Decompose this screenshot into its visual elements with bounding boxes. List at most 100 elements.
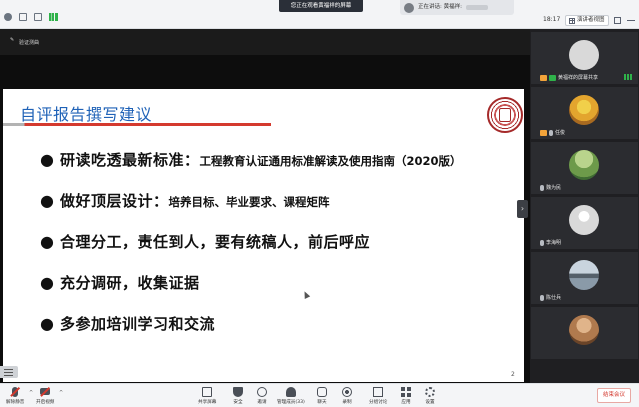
participants-button[interactable]: 管理成员(33)	[277, 387, 305, 405]
speaker-name-blur	[465, 5, 488, 10]
settings-button[interactable]: 设置	[425, 387, 435, 405]
sharing-badge-icon	[549, 74, 556, 81]
start-video-button[interactable]: 开启视频	[36, 386, 55, 405]
mic-icon	[540, 239, 544, 246]
apps-label: 应用	[401, 400, 411, 405]
breakout-rooms-button[interactable]: 分组讨论	[369, 387, 387, 405]
mic-off-icon	[10, 386, 20, 397]
participant-name-text: 黄福祥的屏幕共享	[558, 75, 599, 81]
shield-icon	[233, 387, 243, 397]
participant-tile[interactable]	[531, 307, 638, 359]
start-video-label: 开启视频	[36, 400, 55, 405]
speaker-view-label: 演讲者视图	[577, 17, 605, 23]
mic-icon	[549, 129, 553, 136]
minimize-icon[interactable]	[627, 20, 635, 21]
signal-icon	[624, 74, 632, 80]
shared-screen[interactable]: ✎ 验证测曲 自评报告撰写建议 ● 研读吃透最新标准： 工程教育认证通用标准解读…	[0, 29, 530, 383]
title-underline	[3, 123, 271, 126]
mic-icon	[540, 294, 544, 301]
participant-name-text: 陈仕兵	[546, 295, 562, 301]
signal-icon[interactable]	[49, 13, 58, 21]
participant-tile[interactable]: 李海明	[531, 197, 638, 249]
chevron-up-icon[interactable]: ^	[29, 390, 33, 396]
slide-bullet: ● 合理分工，责任到人，要有统稿人，前后呼应	[40, 231, 370, 252]
slide-bullet: ● 做好顶层设计： 培养目标、毕业要求、课程矩阵	[40, 190, 329, 211]
participant-tile[interactable]: 陈仕兵	[531, 252, 638, 304]
host-badge-icon	[540, 74, 547, 81]
unmute-label: 解除静音	[6, 400, 25, 405]
security-label: 安全	[233, 400, 243, 405]
avatar	[569, 95, 599, 125]
top-left-icons	[4, 13, 58, 21]
bullet-dot: ●	[40, 273, 54, 292]
apps-icon	[401, 387, 411, 397]
bullet-dot: ●	[40, 191, 54, 210]
apps-button[interactable]: 应用	[401, 387, 411, 405]
university-seal-icon	[487, 97, 523, 133]
participant-tile[interactable]: 魏为民	[531, 142, 638, 194]
record-button[interactable]: 录制	[342, 387, 352, 405]
avatar	[569, 315, 599, 345]
slide-bullet: ● 充分调研，收集证据	[40, 272, 199, 293]
participant-name: 黄福祥的屏幕共享	[540, 74, 598, 81]
bullet-heading: 充分调研，收集证据	[59, 274, 200, 292]
bullet-heading: 多参加培训学习和交流	[59, 315, 215, 333]
shared-window-title: 验证测曲	[19, 40, 40, 46]
bullet-detail: 培养目标、毕业要求、课程矩阵	[168, 195, 330, 209]
grid-icon[interactable]	[34, 13, 42, 21]
gear-icon	[425, 387, 435, 397]
avatar	[569, 40, 599, 70]
bullet-heading: 研读吃透最新标准：	[59, 151, 200, 169]
chat-button[interactable]: 聊天	[317, 387, 327, 405]
record-label: 录制	[342, 400, 352, 405]
shared-window-header: ✎ 验证测曲	[0, 29, 530, 55]
chat-label: 聊天	[317, 400, 327, 405]
annotation-panel-icon[interactable]	[0, 366, 18, 378]
participant-tile[interactable]: 任俊	[531, 87, 638, 139]
collapse-strip-chevron-icon[interactable]: ›	[517, 200, 528, 218]
screen-share-notice[interactable]: 您正在观看黄福祥的屏幕	[279, 0, 363, 12]
participant-tile[interactable]: 黄福祥的屏幕共享	[531, 32, 638, 84]
participant-name: 陈仕兵	[540, 294, 561, 301]
bullet-heading: 合理分工，责任到人，要有统稿人，前后呼应	[59, 233, 370, 251]
participant-name: 任俊	[540, 129, 565, 136]
pin-icon: ✎	[10, 37, 15, 43]
participant-name-text: 李海明	[546, 240, 562, 246]
avatar	[569, 205, 599, 235]
participants-label: 管理成员(33)	[277, 400, 305, 405]
slide-page-number: 2	[511, 371, 515, 378]
fullscreen-icon[interactable]	[614, 17, 621, 24]
slide-bullet: ● 研读吃透最新标准： 工程教育认证通用标准解读及使用指南（2020版）	[40, 149, 462, 170]
slide-bullet: ● 多参加培训学习和交流	[40, 313, 215, 334]
settings-label: 设置	[425, 400, 435, 405]
participant-name-text: 魏为民	[546, 185, 562, 191]
top-bar: 您正在观看黄福祥的屏幕 正在讲话: 黄福祥: 18:17 演讲者视图	[0, 0, 639, 29]
host-badge-icon	[540, 129, 547, 136]
invite-button[interactable]: 邀请	[257, 387, 267, 405]
end-meeting-button[interactable]: 结束会议	[597, 388, 631, 403]
info-icon[interactable]	[4, 13, 12, 21]
chevron-up-icon[interactable]: ^	[59, 390, 63, 396]
breakout-icon	[373, 387, 384, 397]
shield-icon[interactable]	[19, 13, 27, 21]
participant-name: 魏为民	[540, 184, 561, 191]
invite-label: 邀请	[257, 400, 267, 405]
speaker-view-button[interactable]: 演讲者视图	[565, 15, 609, 26]
breakout-label: 分组讨论	[369, 400, 388, 405]
security-button[interactable]: 安全	[233, 387, 243, 405]
slide-title: 自评报告撰写建议	[20, 105, 153, 124]
share-screen-button[interactable]: 共享屏幕	[198, 387, 216, 405]
mouse-cursor-icon	[301, 290, 311, 299]
invite-icon	[257, 387, 267, 397]
share-screen-icon	[202, 387, 213, 397]
speaker-avatar	[404, 2, 414, 13]
bullet-heading: 做好顶层设计：	[59, 192, 169, 210]
record-icon	[342, 387, 352, 397]
bullet-dot: ●	[40, 150, 54, 169]
meeting-toolbar: 解除静音 ^ 开启视频 ^ 共享屏幕 安全 邀请 管理成员(33) 聊天 录制 …	[0, 383, 639, 407]
camera-off-icon	[40, 386, 51, 397]
participant-name-text: 任俊	[555, 130, 566, 136]
presentation-slide: 自评报告撰写建议 ● 研读吃透最新标准： 工程教育认证通用标准解读及使用指南（2…	[3, 89, 524, 382]
unmute-button[interactable]: 解除静音	[6, 386, 25, 405]
avatar	[569, 150, 599, 180]
